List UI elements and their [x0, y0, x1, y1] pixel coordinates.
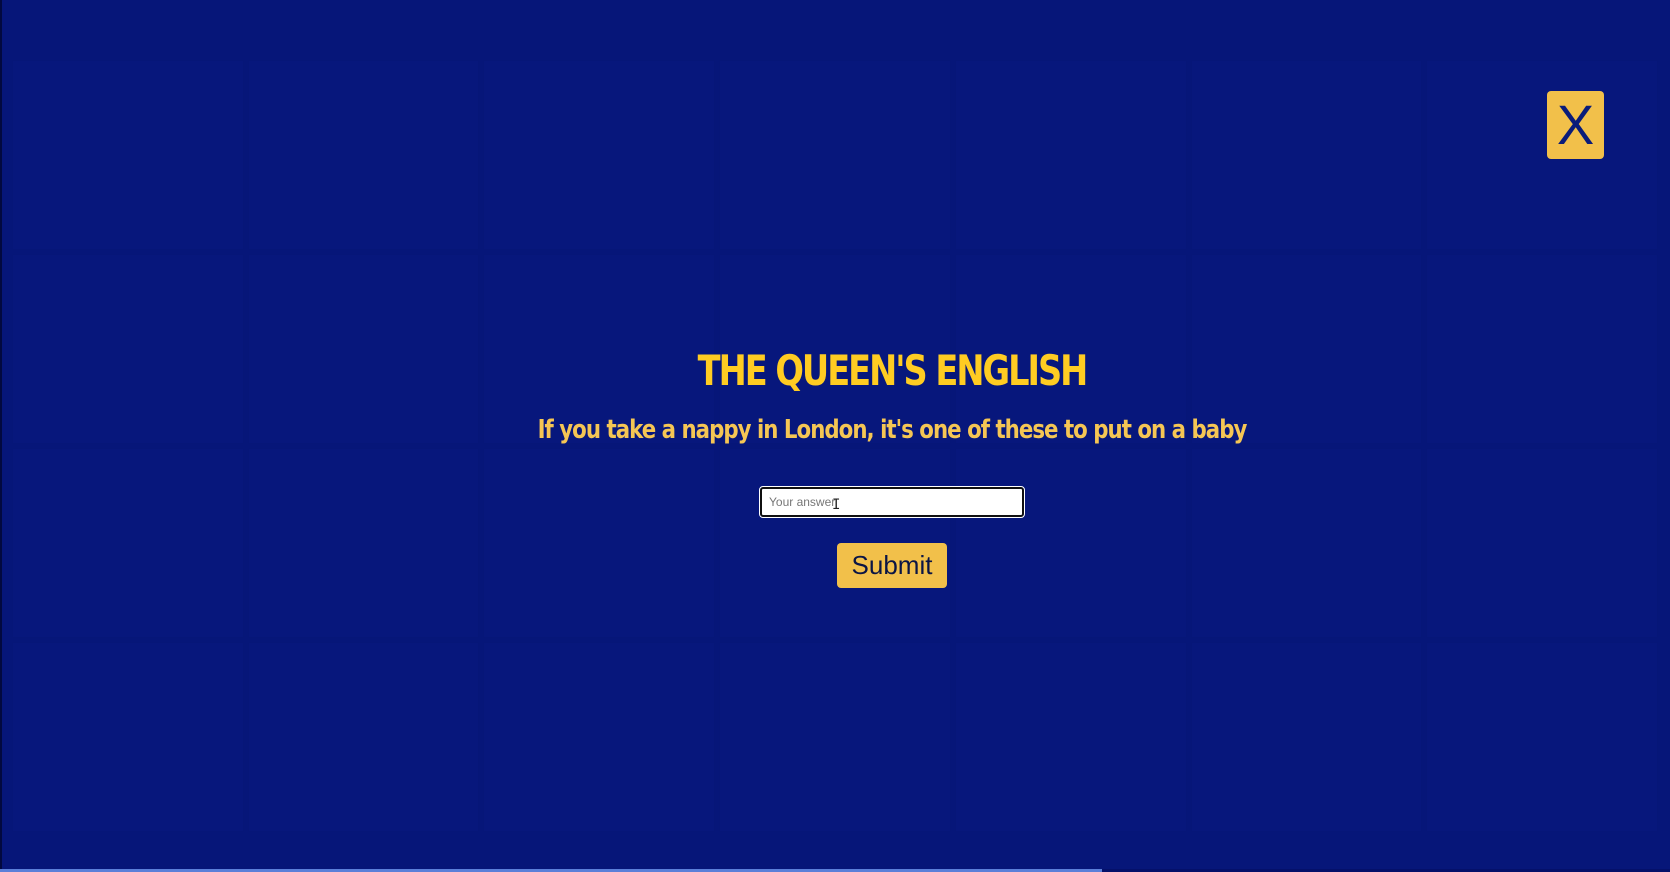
board-tile: [247, 60, 480, 250]
board-tile: [483, 60, 716, 250]
board-tile: [954, 448, 1187, 638]
submit-button[interactable]: Submit: [837, 543, 947, 588]
board-tile: [1190, 448, 1423, 638]
clue-text: If you take a nappy in London, it's one …: [537, 415, 1248, 445]
close-button[interactable]: X: [1547, 91, 1604, 159]
board-tile: [12, 60, 244, 250]
board-tile: [954, 642, 1187, 832]
board-tile: [1426, 448, 1658, 638]
board-tile: [719, 642, 951, 832]
game-screen: X THE QUEEN'S ENGLISH If you take a napp…: [0, 0, 1670, 872]
board-tile: [954, 60, 1187, 250]
board-tile: [12, 642, 244, 832]
board-tile: [719, 60, 951, 250]
board-tile: [483, 448, 716, 638]
window-left-edge: [0, 0, 2, 872]
category-title: THE QUEEN'S ENGLISH: [697, 346, 1089, 395]
board-tile: [1426, 60, 1658, 250]
board-tile: [12, 448, 244, 638]
board-tile: [1426, 642, 1658, 832]
answer-input[interactable]: [759, 486, 1025, 518]
board-tile: [247, 448, 480, 638]
board-tile: [1190, 642, 1423, 832]
board-tile: [247, 642, 480, 832]
board-tile: [483, 642, 716, 832]
board-tile: [1190, 60, 1423, 250]
